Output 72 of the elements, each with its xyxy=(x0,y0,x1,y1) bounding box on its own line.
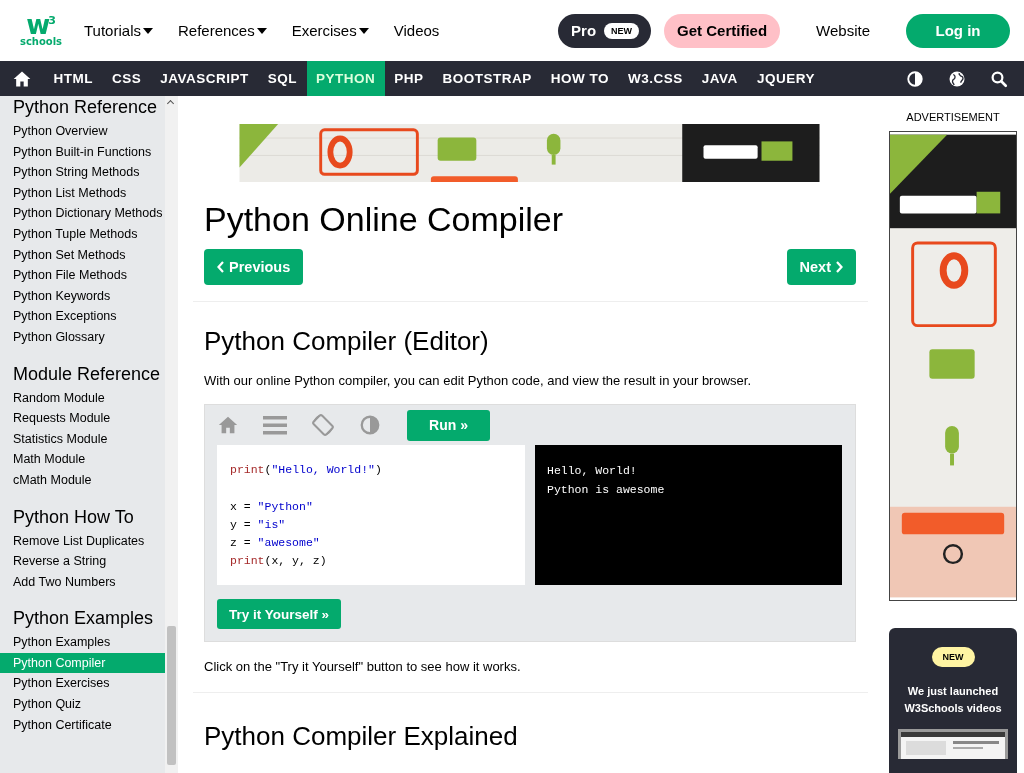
sidebar-link[interactable]: Remove List Duplicates xyxy=(0,530,165,552)
nav-tab[interactable]: JQUERY xyxy=(747,61,825,96)
caret-icon xyxy=(358,27,369,34)
sidebar-link[interactable]: Python Quiz xyxy=(0,694,165,715)
sidebar-link[interactable]: Python Dictionary Methods xyxy=(0,203,165,224)
sidebar-heading: Python Examples xyxy=(12,607,155,631)
sidebar-link[interactable]: Random Module xyxy=(0,387,165,409)
promo-text: We just launched W3Schools videos xyxy=(903,684,1003,716)
website-link[interactable]: Website xyxy=(780,22,906,39)
sidebar-link[interactable]: Python Built-in Functions xyxy=(0,141,165,163)
code-line: z = "awesome" xyxy=(230,535,321,552)
intro-text: With our online Python compiler, you can edit Python code, and view the result in your browser. xyxy=(204,372,752,390)
sidebar-link[interactable]: Python File Methods xyxy=(0,265,165,286)
search-icon[interactable] xyxy=(990,69,1008,88)
sidebar-link[interactable]: Python Tuple Methods xyxy=(0,223,165,245)
nav-tab[interactable]: JAVA xyxy=(692,61,748,96)
sidebar-heading: Module Reference xyxy=(12,362,162,386)
sidebar-link[interactable]: Python Exercises xyxy=(0,673,165,695)
caret-icon xyxy=(256,27,267,34)
sidebar-link[interactable]: Python Keywords xyxy=(0,285,165,307)
code-line: x = "Python" xyxy=(230,498,314,515)
output-line: Hello, World! xyxy=(547,463,638,479)
nav-tab[interactable]: JAVASCRIPT xyxy=(150,61,259,96)
nav-tab[interactable]: W3.CSS xyxy=(618,61,693,96)
pro-button[interactable]: Pro NEW xyxy=(558,13,652,48)
nav-tab[interactable]: HTML xyxy=(44,61,103,96)
scrollbar[interactable] xyxy=(165,96,178,773)
sidebar-link[interactable]: Python Glossary xyxy=(0,326,165,348)
menu-icon[interactable] xyxy=(263,414,287,436)
output-line: Python is awesome xyxy=(547,482,666,498)
sidebar-link[interactable]: Python List Methods xyxy=(0,182,165,204)
sidebar-link[interactable]: Python Set Methods xyxy=(0,244,165,266)
sidebar-link[interactable]: Python Exceptions xyxy=(0,306,165,327)
sidebar-heading: Python How To xyxy=(12,505,135,529)
sidebar-link[interactable]: Python Certificate xyxy=(0,714,165,736)
menu-link[interactable]: Exercises xyxy=(291,22,369,39)
sidebar-link[interactable]: cMath Module xyxy=(0,469,165,491)
sidebar-link[interactable]: Reverse a String xyxy=(0,551,165,572)
chevron-right-icon xyxy=(835,261,843,273)
instruction-text: Click on the "Try it Yourself" button to see how it works. xyxy=(204,658,522,676)
new-badge: NEW xyxy=(604,22,640,39)
sidebar-link[interactable]: Python String Methods xyxy=(0,162,165,183)
rotate-icon[interactable] xyxy=(311,413,335,437)
advertisement-label: ADVERTISEMENT xyxy=(905,110,1001,124)
code-editor[interactable]: print("Hello, World!") x = "Python" y = "is" z = "awesome" print(x, y, z) xyxy=(217,445,525,585)
nav-tab[interactable]: CSS xyxy=(102,61,151,96)
code-line: y = "is" xyxy=(230,516,287,533)
caret-icon xyxy=(142,27,153,34)
sidebar-link[interactable]: Requests Module xyxy=(0,408,165,429)
page-title: Python Online Compiler xyxy=(204,199,565,239)
menu-link[interactable]: Videos xyxy=(393,22,440,39)
nav-tab[interactable]: PHP xyxy=(384,61,434,96)
nav-tab[interactable]: SQL xyxy=(258,61,307,96)
sidebar-link[interactable]: Python Examples xyxy=(0,632,165,653)
scrollbar-thumb[interactable] xyxy=(167,626,176,765)
get-certified-button[interactable]: Get Certified xyxy=(664,13,781,48)
section-heading: Python Compiler Explained xyxy=(204,720,519,753)
nav-tab[interactable]: HOW TO xyxy=(541,61,619,96)
menu-link[interactable]: Tutorials xyxy=(84,22,153,39)
chevron-left-icon xyxy=(217,261,225,273)
code-line: print(x, y, z) xyxy=(230,553,328,570)
sidebar-heading: Python Reference xyxy=(12,96,159,119)
sidebar-link[interactable]: Add Two Numbers xyxy=(0,571,165,593)
sidebar-link[interactable]: Math Module xyxy=(0,449,165,470)
sidebar-link[interactable]: Python Overview xyxy=(0,121,165,142)
nav-tab[interactable]: BOOTSTRAP xyxy=(433,61,542,96)
code-line: print("Hello, World!") xyxy=(230,462,383,478)
menu-link[interactable]: References xyxy=(177,22,267,39)
globe-icon[interactable] xyxy=(948,69,966,88)
new-badge: NEW xyxy=(931,647,975,667)
sidebar-link[interactable]: Statistics Module xyxy=(0,428,165,450)
section-heading: Python Compiler (Editor) xyxy=(204,325,490,358)
